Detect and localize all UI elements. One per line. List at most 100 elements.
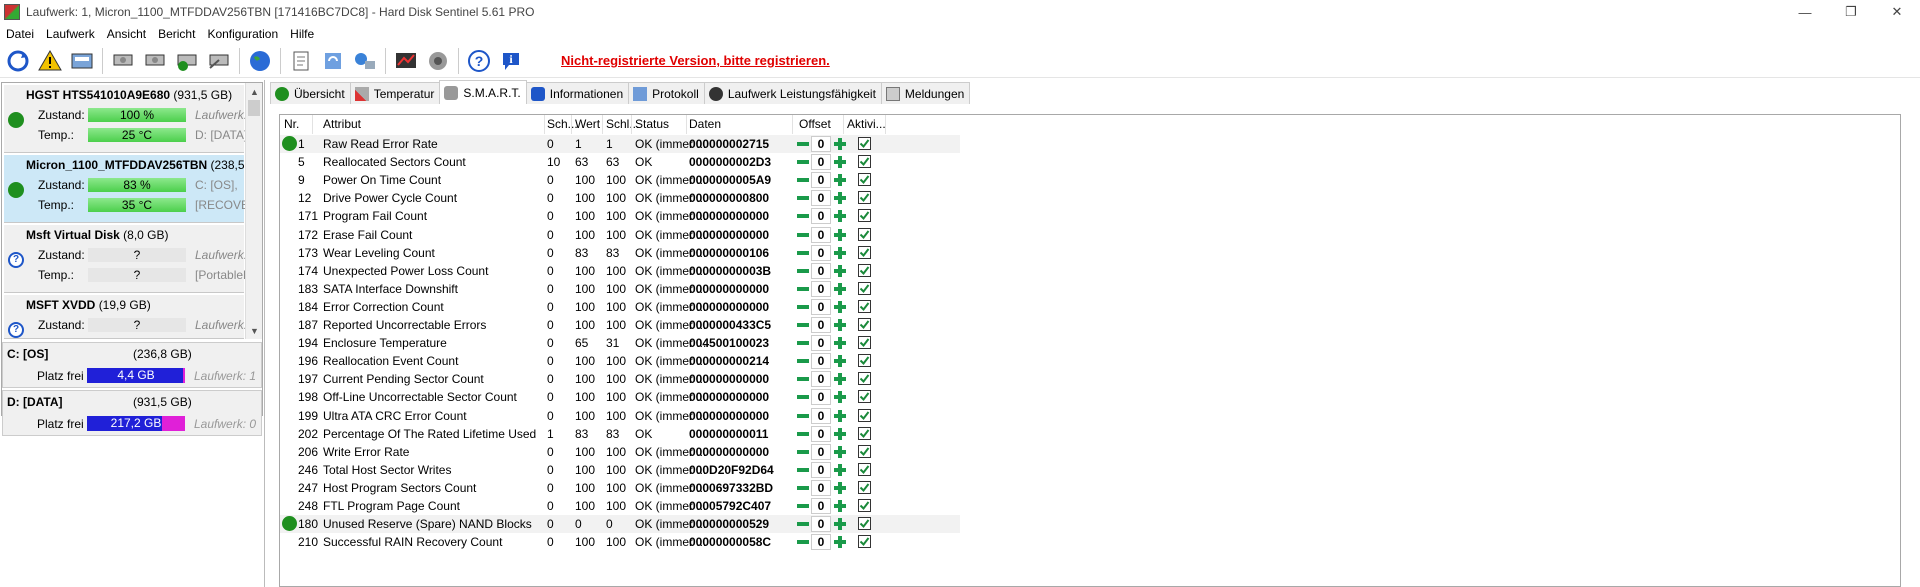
offset-plus-icon[interactable] bbox=[833, 372, 847, 386]
offset-plus-icon[interactable] bbox=[833, 318, 847, 332]
active-checkbox[interactable] bbox=[858, 155, 871, 169]
tab-messages[interactable]: Meldungen bbox=[880, 82, 971, 104]
offset-value[interactable]: 0 bbox=[811, 226, 831, 243]
volume-card-c[interactable]: C: [OS] (236,8 GB) Platz frei 4,4 GB Lau… bbox=[2, 342, 262, 388]
menu-hilfe[interactable]: Hilfe bbox=[284, 27, 320, 41]
info-icon[interactable]: i bbox=[497, 47, 525, 75]
offset-plus-icon[interactable] bbox=[833, 390, 847, 404]
active-checkbox[interactable] bbox=[858, 480, 871, 494]
hdd-check-icon[interactable] bbox=[173, 47, 201, 75]
col-data[interactable]: Daten bbox=[689, 117, 721, 131]
table-row[interactable]: 198 Off-Line Uncorrectable Sector Count 0 1… bbox=[280, 388, 960, 406]
offset-value[interactable]: 0 bbox=[811, 280, 831, 297]
offset-value[interactable]: 0 bbox=[811, 136, 831, 152]
offset-value[interactable]: 0 bbox=[811, 353, 831, 370]
offset-value[interactable]: 0 bbox=[811, 154, 831, 171]
offset-value[interactable]: 0 bbox=[811, 208, 831, 225]
offset-value[interactable]: 0 bbox=[811, 479, 831, 496]
offset-plus-icon[interactable] bbox=[833, 282, 847, 296]
offset-plus-icon[interactable] bbox=[833, 517, 847, 531]
offset-minus-icon[interactable] bbox=[796, 481, 810, 495]
table-row[interactable]: 172 Erase Fail Count 0 100 100 OK (immer ... 0… bbox=[280, 226, 960, 244]
col-value[interactable]: Wert bbox=[575, 117, 600, 131]
offset-minus-icon[interactable] bbox=[796, 264, 810, 278]
sync-icon[interactable] bbox=[319, 47, 347, 75]
scroll-down-icon[interactable]: ▼ bbox=[246, 322, 262, 339]
offset-minus-icon[interactable] bbox=[796, 535, 810, 549]
offset-value[interactable]: 0 bbox=[811, 317, 831, 333]
offset-minus-icon[interactable] bbox=[796, 228, 810, 242]
offset-minus-icon[interactable] bbox=[796, 427, 810, 441]
offset-minus-icon[interactable] bbox=[796, 499, 810, 513]
table-row[interactable]: 210 Successful RAIN Recovery Count 0 100 100… bbox=[280, 533, 960, 551]
disk-list-scrollbar[interactable]: ▲ ▼ bbox=[245, 83, 262, 339]
offset-plus-icon[interactable] bbox=[833, 336, 847, 350]
performance-icon[interactable] bbox=[392, 47, 420, 75]
offset-value[interactable]: 0 bbox=[811, 262, 831, 279]
table-row[interactable]: 248 FTL Program Page Count 0 100 100 OK (imme… bbox=[280, 497, 960, 515]
offset-value[interactable]: 0 bbox=[811, 534, 831, 551]
tab-temperature[interactable]: Temperatur bbox=[349, 82, 441, 104]
active-checkbox[interactable] bbox=[858, 191, 871, 205]
offset-plus-icon[interactable] bbox=[833, 409, 847, 423]
offset-plus-icon[interactable] bbox=[833, 191, 847, 205]
offset-value[interactable]: 0 bbox=[811, 516, 831, 533]
offset-minus-icon[interactable] bbox=[796, 517, 810, 531]
offset-minus-icon[interactable] bbox=[796, 173, 810, 187]
offset-minus-icon[interactable] bbox=[796, 372, 810, 386]
offset-value[interactable]: 0 bbox=[811, 425, 831, 442]
active-checkbox[interactable] bbox=[858, 173, 871, 187]
table-row[interactable]: 173 Wear Leveling Count 0 83 83 OK (immer ...… bbox=[280, 244, 960, 262]
hdd-settings-icon[interactable] bbox=[141, 47, 169, 75]
offset-plus-icon[interactable] bbox=[833, 209, 847, 223]
offset-value[interactable]: 0 bbox=[811, 443, 831, 460]
tab-smart[interactable]: S.M.A.R.T. bbox=[439, 80, 527, 104]
report-icon[interactable] bbox=[287, 47, 315, 75]
active-checkbox[interactable] bbox=[858, 408, 871, 422]
active-checkbox[interactable] bbox=[858, 263, 871, 277]
table-row[interactable]: 184 Error Correction Count 0 100 100 OK (imme… bbox=[280, 298, 960, 316]
menu-ansicht[interactable]: Ansicht bbox=[101, 27, 152, 41]
offset-value[interactable]: 0 bbox=[811, 244, 831, 261]
active-checkbox[interactable] bbox=[858, 535, 871, 549]
offset-minus-icon[interactable] bbox=[796, 137, 810, 151]
offset-value[interactable]: 0 bbox=[811, 335, 831, 352]
disk-card-micron[interactable]: Micron_1100_MTFDDAV256TBN (238,5 GB) Zus… bbox=[4, 155, 258, 223]
help-icon[interactable]: ? bbox=[465, 47, 493, 75]
offset-value[interactable]: 0 bbox=[811, 389, 831, 406]
warning-icon[interactable] bbox=[36, 47, 64, 75]
hdd-icon[interactable] bbox=[109, 47, 137, 75]
disk-image-icon[interactable] bbox=[68, 47, 96, 75]
offset-value[interactable]: 0 bbox=[811, 461, 831, 478]
offset-plus-icon[interactable] bbox=[833, 463, 847, 477]
offset-plus-icon[interactable] bbox=[833, 228, 847, 242]
offset-plus-icon[interactable] bbox=[833, 264, 847, 278]
offset-value[interactable]: 0 bbox=[811, 498, 831, 514]
close-button[interactable]: ✕ bbox=[1874, 0, 1920, 24]
scroll-thumb[interactable] bbox=[248, 100, 260, 116]
active-checkbox[interactable] bbox=[858, 390, 871, 404]
table-row[interactable]: 174 Unexpected Power Loss Count 0 100 100 OK … bbox=[280, 262, 960, 280]
tab-information[interactable]: Informationen bbox=[525, 82, 630, 104]
col-attribute[interactable]: Attribut bbox=[323, 117, 361, 131]
volume-card-d[interactable]: D: [DATA] (931,5 GB) Platz frei 217,2 GB… bbox=[2, 390, 262, 436]
active-checkbox[interactable] bbox=[858, 372, 871, 386]
offset-minus-icon[interactable] bbox=[796, 445, 810, 459]
col-offset[interactable]: Offset bbox=[799, 117, 831, 131]
offset-minus-icon[interactable] bbox=[796, 336, 810, 350]
menu-datei[interactable]: Datei bbox=[0, 27, 40, 41]
table-row[interactable]: 183 SATA Interface Downshift 0 100 100 OK (im… bbox=[280, 280, 960, 298]
offset-plus-icon[interactable] bbox=[833, 155, 847, 169]
offset-plus-icon[interactable] bbox=[833, 354, 847, 368]
tab-log[interactable]: Protokoll bbox=[628, 82, 705, 104]
offset-plus-icon[interactable] bbox=[833, 445, 847, 459]
table-row[interactable]: 246 Total Host Sector Writes 0 100 100 OK (im… bbox=[280, 461, 960, 479]
offset-minus-icon[interactable] bbox=[796, 155, 810, 169]
table-row[interactable]: 180 Unused Reserve (Spare) NAND Blocks 0 0 0… bbox=[280, 515, 960, 534]
table-row[interactable]: 12 Drive Power Cycle Count 0 100 100 OK (imme… bbox=[280, 189, 960, 207]
table-row[interactable]: 194 Enclosure Temperature 0 65 31 OK (immer .… bbox=[280, 334, 960, 352]
table-row[interactable]: 202 Percentage Of The Rated Lifetime Used… bbox=[280, 425, 960, 443]
active-checkbox[interactable] bbox=[858, 426, 871, 440]
offset-minus-icon[interactable] bbox=[796, 191, 810, 205]
offset-minus-icon[interactable] bbox=[796, 409, 810, 423]
